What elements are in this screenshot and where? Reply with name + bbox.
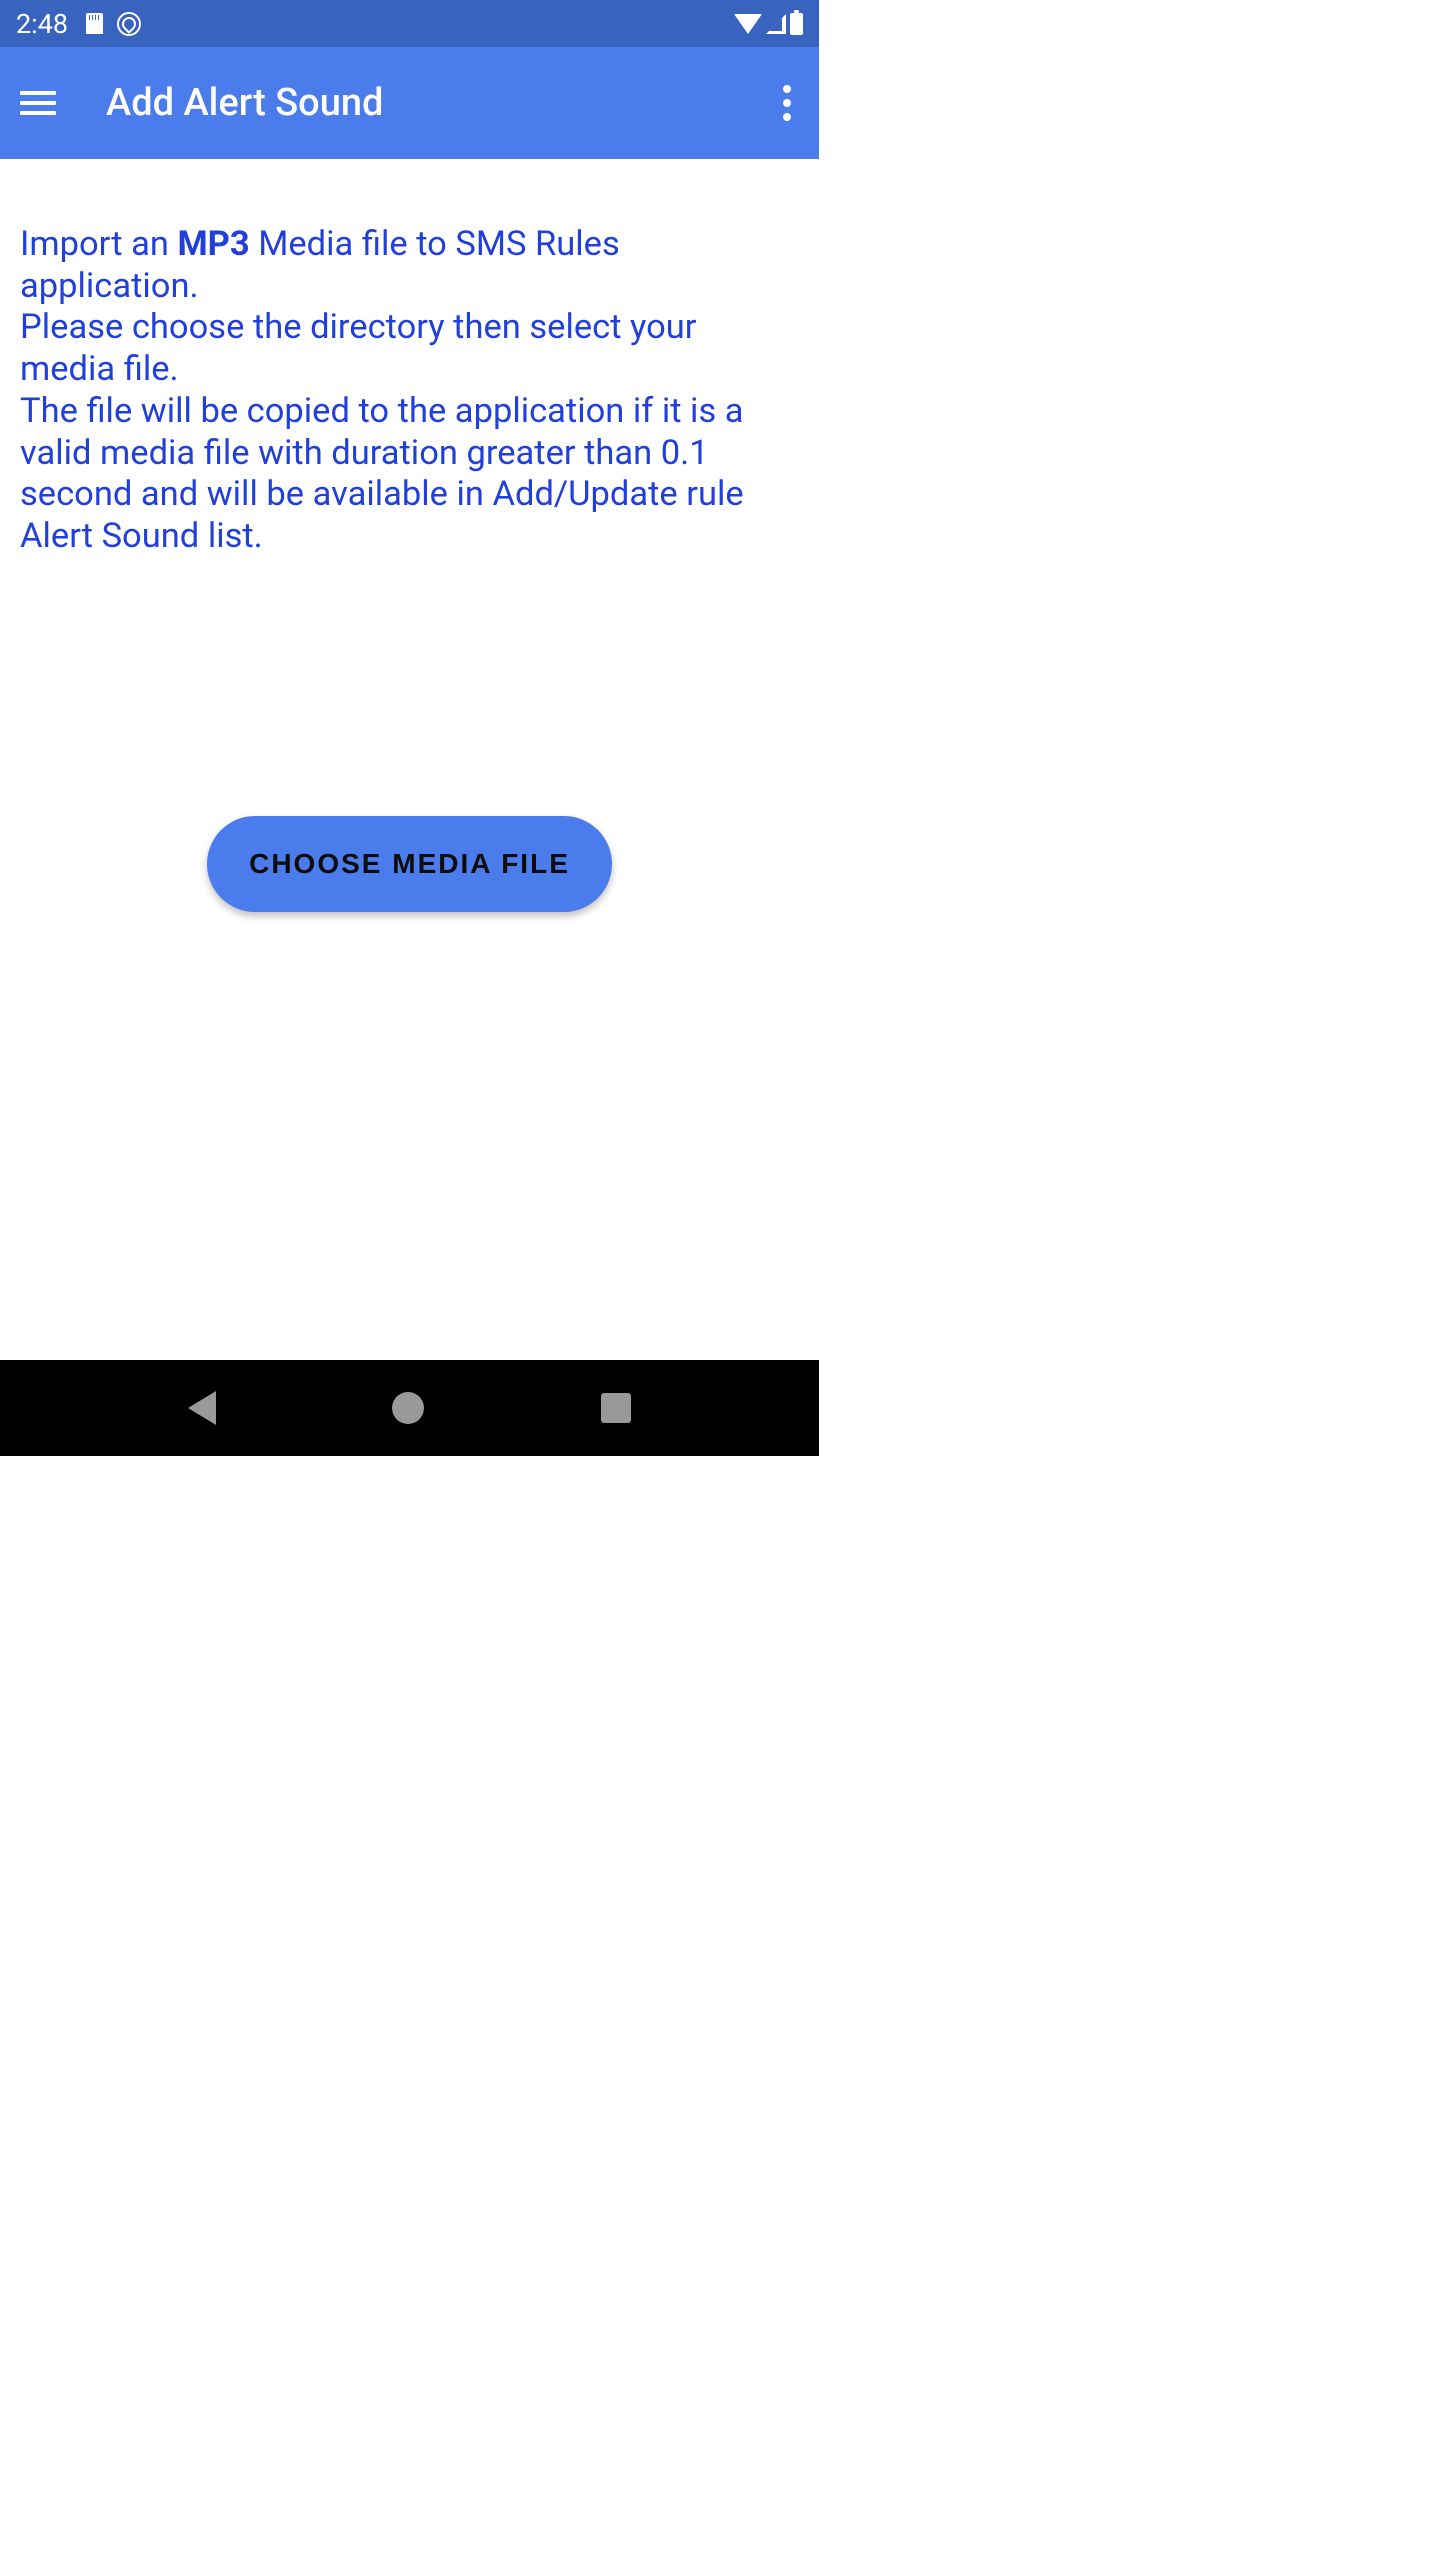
description-bold: MP3 [177, 224, 249, 264]
sd-card-icon [86, 13, 103, 34]
nav-recent-icon[interactable] [601, 1393, 631, 1423]
status-left: 2:48 [16, 8, 141, 40]
status-bar: 2:48 [0, 0, 819, 47]
app-bar: Add Alert Sound [0, 47, 819, 159]
description-line2: Please choose the directory then select … [20, 307, 697, 389]
status-right [734, 13, 803, 35]
more-options-icon[interactable] [775, 77, 799, 129]
navigation-bar [0, 1360, 819, 1456]
do-not-disturb-icon [117, 12, 141, 36]
content-area: Import an MP3 Media file to SMS Rules ap… [0, 159, 819, 912]
status-time: 2:48 [16, 8, 68, 40]
description-part1: Import an [20, 224, 177, 264]
hamburger-menu-icon[interactable] [20, 91, 56, 115]
battery-icon [790, 13, 803, 35]
description-text: Import an MP3 Media file to SMS Rules ap… [20, 224, 799, 558]
page-title: Add Alert Sound [106, 81, 725, 125]
choose-media-file-button[interactable]: CHOOSE MEDIA FILE [207, 816, 612, 912]
button-container: CHOOSE MEDIA FILE [20, 816, 799, 912]
wifi-icon [734, 14, 762, 34]
nav-back-icon[interactable] [188, 1391, 216, 1425]
description-line3: The file will be copied to the applicati… [20, 391, 744, 556]
status-icons-left [86, 12, 141, 36]
signal-icon [766, 14, 786, 34]
nav-home-icon[interactable] [392, 1392, 424, 1424]
